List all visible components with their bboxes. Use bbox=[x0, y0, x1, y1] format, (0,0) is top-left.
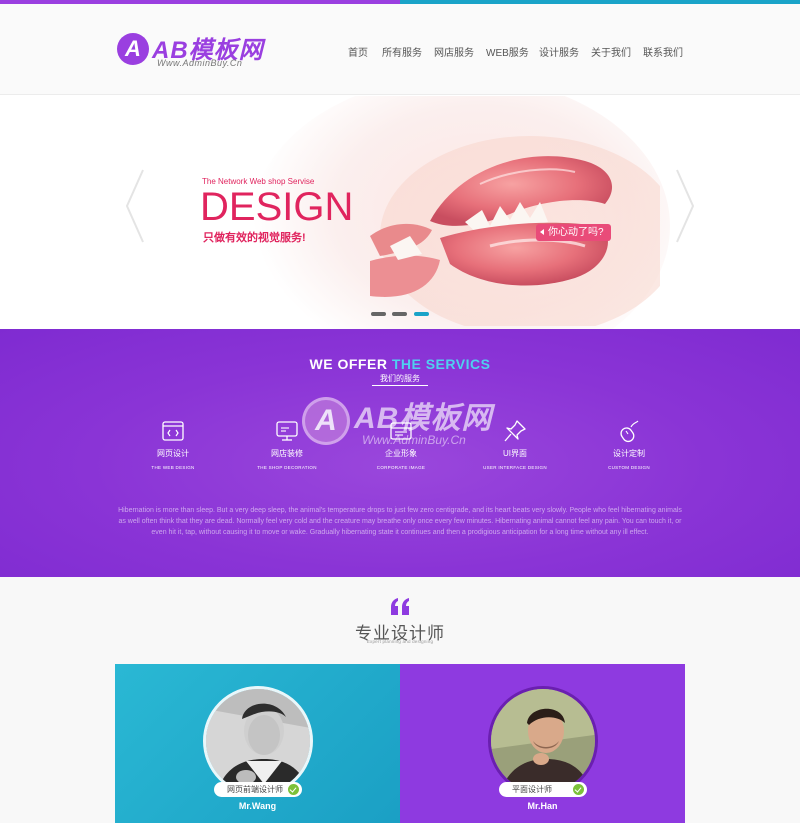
designer-role: 平面设计师 bbox=[499, 782, 587, 797]
nav-item-all-services[interactable]: 所有服务 bbox=[382, 44, 422, 59]
services-heading: WE OFFER THE SERVICS bbox=[0, 356, 800, 372]
nav-item-about[interactable]: 关于我们 bbox=[591, 44, 631, 59]
services-heading-white: WE OFFER bbox=[309, 356, 392, 372]
service-cn: 网页设计 bbox=[157, 449, 189, 458]
web-design-icon bbox=[161, 419, 185, 443]
service-item-corporate-image[interactable]: 企业形象 CORPORATE IMAGE bbox=[351, 419, 451, 470]
nav-item-home[interactable]: 首页 bbox=[348, 44, 368, 59]
designer-name: Mr.Han bbox=[527, 801, 558, 811]
pin-icon bbox=[503, 419, 527, 443]
designer-card-han[interactable]: 平面设计师 Mr.Han bbox=[400, 664, 685, 823]
designer-name: Mr.Wang bbox=[238, 801, 277, 811]
mouse-icon bbox=[617, 419, 641, 443]
avatar bbox=[488, 686, 598, 796]
slider-dots bbox=[0, 312, 800, 318]
service-item-ui-design[interactable]: UI界面 USER INTERFACE DESIGN bbox=[465, 419, 565, 470]
hero-slider: The Network Web shop Servise DESIGN 只做有效… bbox=[0, 96, 800, 329]
service-en: THE SHOP DECORATION bbox=[257, 465, 317, 470]
avatar bbox=[203, 686, 313, 796]
nav-item-web-services[interactable]: WEB服务 bbox=[486, 44, 529, 59]
main-nav: 首页 所有服务 网店服务 WEB服务 设计服务 关于我们 联系我们 bbox=[0, 44, 800, 60]
slider-next-arrow[interactable] bbox=[673, 166, 697, 246]
service-en: CUSTOM DESIGN bbox=[608, 465, 650, 470]
lips-image bbox=[370, 126, 680, 329]
check-icon bbox=[288, 784, 299, 795]
monitor-icon bbox=[275, 419, 299, 443]
service-en: CORPORATE IMAGE bbox=[376, 465, 426, 470]
services-heading-blue: THE SERVICS bbox=[391, 356, 491, 372]
designer-card-wang[interactable]: 网页前端设计师 Mr.Wang bbox=[115, 664, 400, 823]
site-header: A AB模板网 Www.AdminBuy.Cn 首页 所有服务 网店服务 WEB… bbox=[0, 4, 800, 95]
designer-role-label: 网页前端设计师 bbox=[227, 785, 283, 794]
hero-headline: DESIGN bbox=[200, 185, 354, 229]
nav-item-contact[interactable]: 联系我们 bbox=[643, 44, 683, 59]
hero-tagline: 只做有效的视觉服务! bbox=[203, 232, 306, 244]
designers-section: 专业设计师 Expert planning and designing 网页前端… bbox=[0, 577, 800, 823]
service-en: THE WEB DESIGN bbox=[151, 465, 195, 470]
services-section: WE OFFER THE SERVICS 我们的服务 A AB模板网 Www.A… bbox=[0, 329, 800, 577]
designers-subtitle: Expert planning and designing bbox=[366, 639, 434, 644]
service-en: USER INTERFACE DESIGN bbox=[483, 465, 547, 470]
hero-bubble: 你心动了吗? bbox=[536, 224, 611, 241]
services-subheading: 我们的服务 bbox=[372, 373, 428, 386]
slider-prev-arrow[interactable] bbox=[123, 166, 147, 246]
slider-dot-3[interactable] bbox=[414, 312, 429, 316]
service-item-web-design[interactable]: 网页设计 THE WEB DESIGN bbox=[123, 419, 223, 470]
designer-role-label: 平面设计师 bbox=[512, 785, 552, 794]
service-cn: 网店装修 bbox=[271, 449, 303, 458]
nav-item-shop-services[interactable]: 网店服务 bbox=[434, 44, 474, 59]
services-paragraph: Hibernation is more than sleep. But a ve… bbox=[118, 507, 682, 536]
corporate-icon bbox=[389, 419, 413, 443]
service-item-shop-decoration[interactable]: 网店装修 THE SHOP DECORATION bbox=[237, 419, 337, 470]
service-item-custom-design[interactable]: 设计定制 CUSTOM DESIGN bbox=[579, 419, 679, 470]
slider-dot-1[interactable] bbox=[371, 312, 386, 316]
service-cn: 设计定制 bbox=[613, 449, 645, 458]
quote-icon bbox=[389, 597, 411, 615]
slider-dot-2[interactable] bbox=[392, 312, 407, 316]
service-cn: 企业形象 bbox=[385, 449, 417, 458]
designer-role: 网页前端设计师 bbox=[214, 782, 302, 797]
service-cn: UI界面 bbox=[503, 449, 527, 458]
nav-item-design-services[interactable]: 设计服务 bbox=[539, 44, 579, 59]
check-icon bbox=[573, 784, 584, 795]
